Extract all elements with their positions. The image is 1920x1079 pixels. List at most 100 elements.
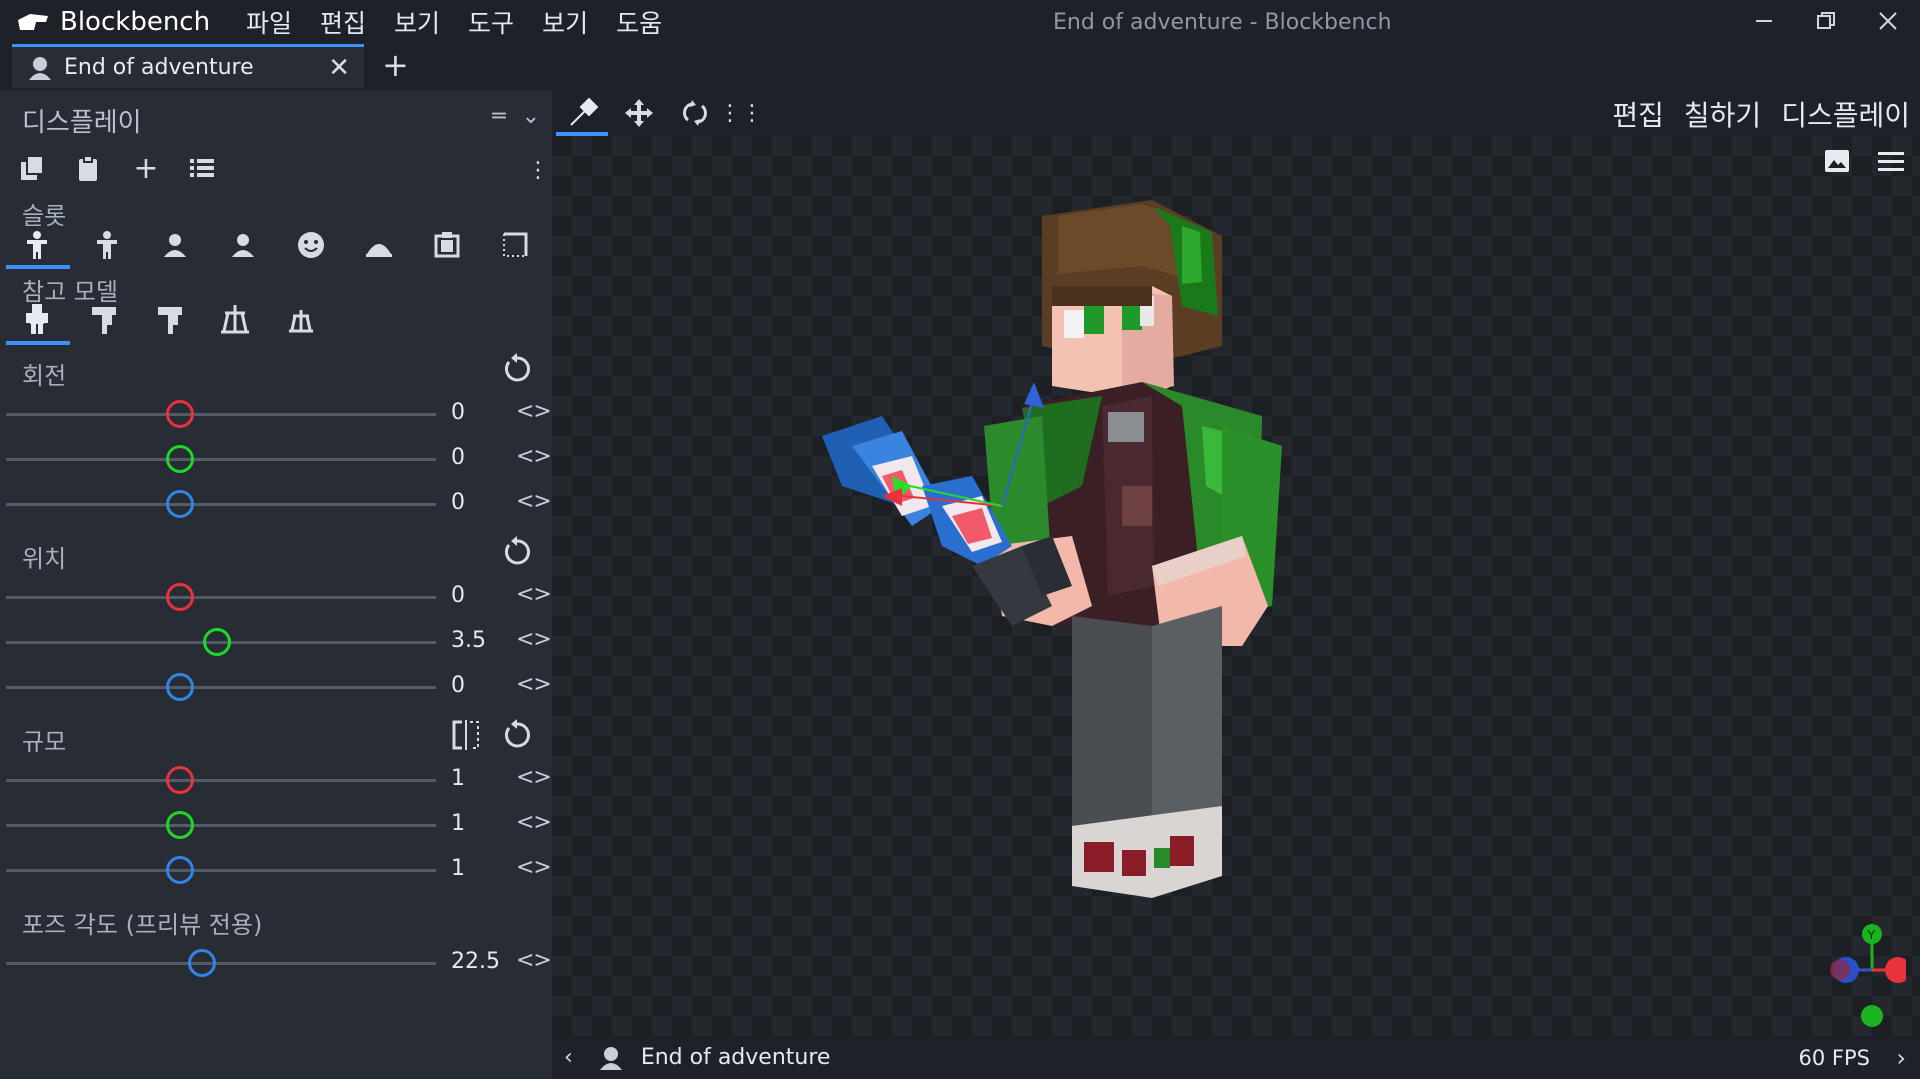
copy-icon[interactable] bbox=[16, 152, 48, 184]
slot-fixed-icon[interactable] bbox=[430, 228, 464, 262]
pose-angle-stepper-icon[interactable]: <> bbox=[516, 948, 552, 973]
rotation-y-stepper-icon[interactable]: <> bbox=[516, 444, 552, 469]
rotation-z-handle[interactable] bbox=[166, 490, 195, 518]
tab-end-of-adventure[interactable]: End of adventure ✕ bbox=[12, 44, 364, 88]
hamburger-menu-icon[interactable] bbox=[1876, 146, 1906, 176]
scale-z-slider[interactable]: 1 <> bbox=[0, 850, 552, 890]
chevron-left-icon[interactable]: ‹ bbox=[564, 1045, 573, 1070]
paste-icon[interactable] bbox=[72, 152, 104, 184]
menu-help[interactable]: 도움 bbox=[616, 4, 662, 40]
rotation-reset-icon[interactable] bbox=[500, 352, 534, 386]
slot-firstperson-left-icon[interactable] bbox=[226, 228, 260, 262]
add-preset-icon[interactable]: + bbox=[130, 151, 162, 186]
rotation-z-value[interactable]: 0 bbox=[451, 490, 465, 515]
slider-track bbox=[6, 413, 436, 416]
position-y-slider[interactable]: 3.5 <> bbox=[0, 622, 552, 662]
reference-armor-stand-icon[interactable] bbox=[218, 302, 252, 336]
position-z-value[interactable]: 0 bbox=[451, 673, 465, 698]
reference-zombie-icon[interactable] bbox=[88, 302, 122, 336]
rotation-x-value[interactable]: 0 bbox=[451, 400, 465, 425]
scale-x-stepper-icon[interactable]: <> bbox=[516, 765, 552, 790]
chevron-down-icon[interactable]: ⌄ bbox=[522, 104, 540, 129]
tab-bar: End of adventure ✕ + bbox=[0, 44, 1920, 90]
rotation-z-stepper-icon[interactable]: <> bbox=[516, 489, 552, 514]
scale-z-handle[interactable] bbox=[166, 856, 195, 884]
position-x-handle[interactable] bbox=[166, 583, 195, 611]
scale-z-value[interactable]: 1 bbox=[451, 856, 465, 881]
slot-firstperson-right-icon[interactable] bbox=[158, 228, 192, 262]
reference-armor-stand-small-icon[interactable] bbox=[284, 302, 318, 336]
position-z-handle[interactable] bbox=[166, 673, 195, 701]
rotation-z-slider[interactable]: 0 <> bbox=[0, 484, 552, 524]
panel-drag-icon[interactable]: ═ bbox=[492, 104, 505, 129]
tab-close-icon[interactable]: ✕ bbox=[328, 53, 350, 83]
scale-y-value[interactable]: 1 bbox=[451, 811, 465, 836]
position-y-stepper-icon[interactable]: <> bbox=[516, 627, 552, 652]
scale-y-handle[interactable] bbox=[166, 811, 195, 839]
app-logo[interactable]: Blockbench bbox=[16, 7, 216, 37]
scale-reset-icon[interactable] bbox=[500, 718, 534, 752]
position-x-slider[interactable]: 0 <> bbox=[0, 577, 552, 617]
slot-gui-icon[interactable] bbox=[498, 228, 532, 262]
drag-handle-icon[interactable]: ⋮⋮ bbox=[719, 98, 763, 128]
position-z-slider[interactable]: 0 <> bbox=[0, 667, 552, 707]
mirror-scale-icon[interactable] bbox=[450, 718, 482, 752]
slider-track bbox=[6, 869, 436, 872]
scale-y-slider[interactable]: 1 <> bbox=[0, 805, 552, 845]
slot-thirdperson-left-icon[interactable] bbox=[90, 228, 124, 262]
position-x-value[interactable]: 0 bbox=[451, 583, 465, 608]
reference-baby-zombie-icon[interactable] bbox=[154, 302, 188, 336]
menu-edit[interactable]: 편집 bbox=[320, 4, 366, 40]
position-reset-icon[interactable] bbox=[500, 535, 534, 569]
position-z-stepper-icon[interactable]: <> bbox=[516, 672, 552, 697]
position-y-handle[interactable] bbox=[203, 628, 232, 656]
mode-edit[interactable]: 편집 bbox=[1612, 94, 1664, 141]
slot-head-icon[interactable] bbox=[294, 228, 328, 262]
rotate-tool-icon[interactable] bbox=[676, 96, 714, 130]
scale-z-stepper-icon[interactable]: <> bbox=[516, 855, 552, 880]
rotation-y-handle[interactable] bbox=[166, 445, 195, 473]
panel-title: 디스플레이 bbox=[22, 108, 142, 138]
pose-angle-handle[interactable] bbox=[187, 949, 216, 977]
mode-display[interactable]: 디스플레이 bbox=[1781, 94, 1910, 141]
menu-view-2[interactable]: 보기 bbox=[542, 4, 588, 40]
move-tool-icon[interactable] bbox=[620, 96, 658, 130]
scale-x-handle[interactable] bbox=[166, 766, 195, 794]
model-head bbox=[1042, 200, 1222, 400]
rotation-x-slider[interactable]: 0 <> bbox=[0, 394, 552, 434]
menu-tools[interactable]: 도구 bbox=[468, 4, 514, 40]
menu-file[interactable]: 파일 bbox=[246, 4, 292, 40]
rotation-x-handle[interactable] bbox=[166, 400, 195, 428]
close-window-button[interactable] bbox=[1868, 6, 1908, 36]
slot-thirdperson-right-icon[interactable] bbox=[20, 228, 54, 262]
pose-angle-value[interactable]: 22.5 bbox=[451, 949, 500, 974]
scale-y-stepper-icon[interactable]: <> bbox=[516, 810, 552, 835]
screenshot-icon[interactable] bbox=[1822, 146, 1852, 176]
minimize-button[interactable] bbox=[1744, 6, 1784, 36]
mode-paint[interactable]: 칠하기 bbox=[1684, 94, 1761, 141]
slider-track bbox=[6, 503, 436, 506]
more-vertical-icon[interactable]: ⋮ bbox=[527, 154, 549, 186]
rotation-x-stepper-icon[interactable]: <> bbox=[516, 399, 552, 424]
fps-counter: 60 FPS bbox=[1798, 1045, 1870, 1070]
new-tab-button[interactable]: + bbox=[382, 46, 409, 84]
reference-player-icon[interactable] bbox=[20, 302, 54, 336]
list-icon[interactable] bbox=[186, 152, 218, 184]
rotation-y-slider[interactable]: 0 <> bbox=[0, 439, 552, 479]
slot-ground-icon[interactable] bbox=[362, 228, 396, 262]
blockbench-logo-icon bbox=[18, 14, 48, 30]
position-x-stepper-icon[interactable]: <> bbox=[516, 582, 552, 607]
scale-x-slider[interactable]: 1 <> bbox=[0, 760, 552, 800]
restore-button[interactable] bbox=[1806, 6, 1846, 36]
scale-x-value[interactable]: 1 bbox=[451, 766, 465, 791]
pose-angle-slider[interactable]: 22.5 <> bbox=[0, 943, 552, 983]
chevron-right-icon[interactable]: › bbox=[1896, 1044, 1906, 1072]
model-legs bbox=[1072, 606, 1222, 898]
axis-gizmo[interactable]: Y bbox=[1826, 920, 1906, 1030]
rotation-y-value[interactable]: 0 bbox=[451, 445, 465, 470]
viewport[interactable]: Y bbox=[552, 136, 1920, 1036]
position-y-value[interactable]: 3.5 bbox=[451, 628, 486, 653]
pivot-tool-icon[interactable] bbox=[564, 96, 602, 130]
menu-view[interactable]: 보기 bbox=[394, 4, 440, 40]
player-model-with-bow[interactable] bbox=[822, 186, 1542, 1006]
